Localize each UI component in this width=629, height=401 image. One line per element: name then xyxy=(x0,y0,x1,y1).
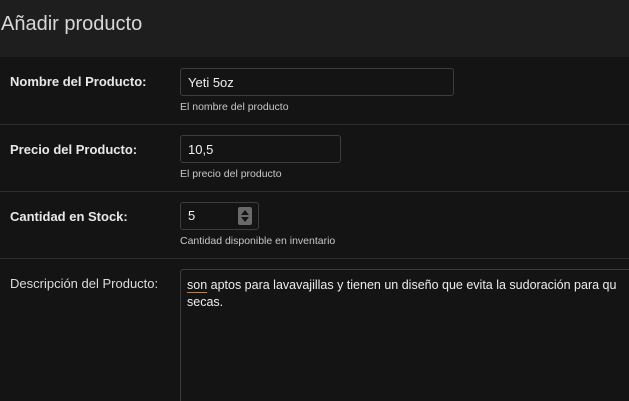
page-title: Añadir producto xyxy=(1,13,143,35)
stepper-down-icon[interactable] xyxy=(241,217,249,222)
form-row-name: Nombre del Producto: El nombre del produ… xyxy=(0,57,629,125)
form-row-stock: Cantidad en Stock: 5 Cantidad disponible… xyxy=(0,191,629,259)
description-line-1: son aptos para lavavajillas y tienen un … xyxy=(187,277,629,294)
product-price-help: El precio del producto xyxy=(180,168,282,180)
form-row-price: Precio del Producto: El precio del produ… xyxy=(0,124,629,192)
stock-quantity-value[interactable]: 5 xyxy=(188,203,195,229)
product-description-textarea[interactable]: son aptos para lavavajillas y tienen un … xyxy=(180,269,629,401)
product-form: Nombre del Producto: El nombre del produ… xyxy=(0,57,629,401)
product-name-input[interactable] xyxy=(180,68,454,96)
description-line-2: secas. xyxy=(187,295,224,309)
product-description-label: Descripción del Producto: xyxy=(10,276,159,291)
stock-quantity-label: Cantidad en Stock: xyxy=(10,209,128,224)
add-product-page: Añadir producto Nombre del Producto: El … xyxy=(0,0,629,401)
product-name-label: Nombre del Producto: xyxy=(10,74,147,89)
product-price-input[interactable] xyxy=(180,135,341,163)
product-price-label: Precio del Producto: xyxy=(10,142,138,157)
stock-quantity-help: Cantidad disponible en inventario xyxy=(180,235,336,247)
stepper-up-icon[interactable] xyxy=(241,210,249,215)
stock-quantity-stepper[interactable]: 5 xyxy=(180,202,259,230)
spinner-arrows-icon[interactable] xyxy=(238,207,252,225)
description-line-1-text: aptos para lavavajillas y tienen un dise… xyxy=(207,278,617,292)
form-row-description: Descripción del Producto: son aptos para… xyxy=(0,258,629,401)
spellcheck-flagged-word: son xyxy=(187,278,208,292)
product-name-help: El nombre del producto xyxy=(180,101,289,113)
